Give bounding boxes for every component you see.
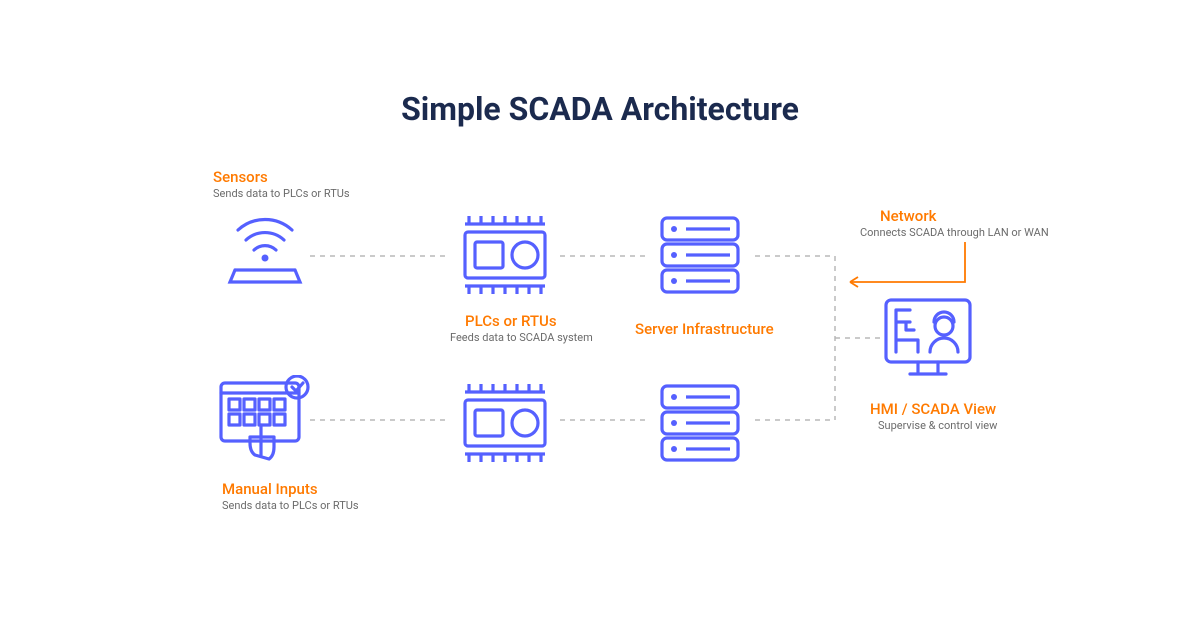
connectors (0, 0, 1200, 628)
plcs-sub: Feeds data to SCADA system (450, 331, 593, 344)
plcs-label: PLCs or RTUs (465, 312, 557, 330)
manual-inputs-label: Manual Inputs (222, 480, 318, 498)
manual-inputs-sub: Sends data to PLCs or RTUs (222, 499, 359, 512)
manual-input-icon (215, 375, 315, 465)
server-label: Server Infrastructure (635, 320, 774, 338)
plc-icon (455, 378, 555, 468)
plc-icon (455, 210, 555, 300)
diagram-canvas: Simple SCADA Architecture Sensors Sends … (0, 0, 1200, 628)
sensor-icon (220, 210, 310, 290)
hmi-icon (878, 292, 978, 387)
server-icon (650, 378, 750, 468)
network-sub: Connects SCADA through LAN or WAN (860, 226, 1049, 239)
sensors-label: Sensors (213, 168, 268, 186)
hmi-label: HMI / SCADA View (870, 400, 996, 418)
hmi-sub: Supervise & control view (878, 419, 997, 432)
network-label: Network (880, 207, 936, 225)
server-icon (650, 210, 750, 300)
sensors-sub: Sends data to PLCs or RTUs (213, 187, 350, 200)
